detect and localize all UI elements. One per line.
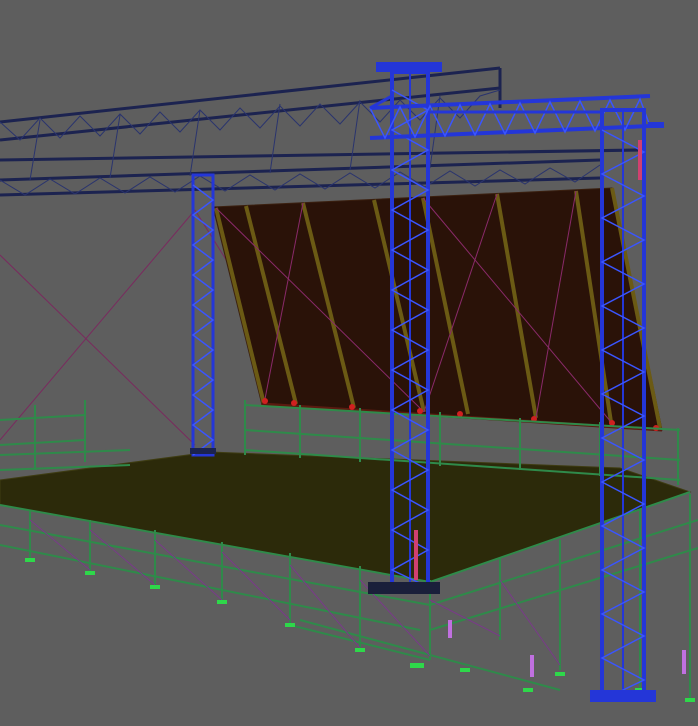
roof-canopy (212, 187, 663, 432)
stage-scaffold-render (0, 0, 698, 726)
stage-render-viewport (0, 0, 698, 726)
